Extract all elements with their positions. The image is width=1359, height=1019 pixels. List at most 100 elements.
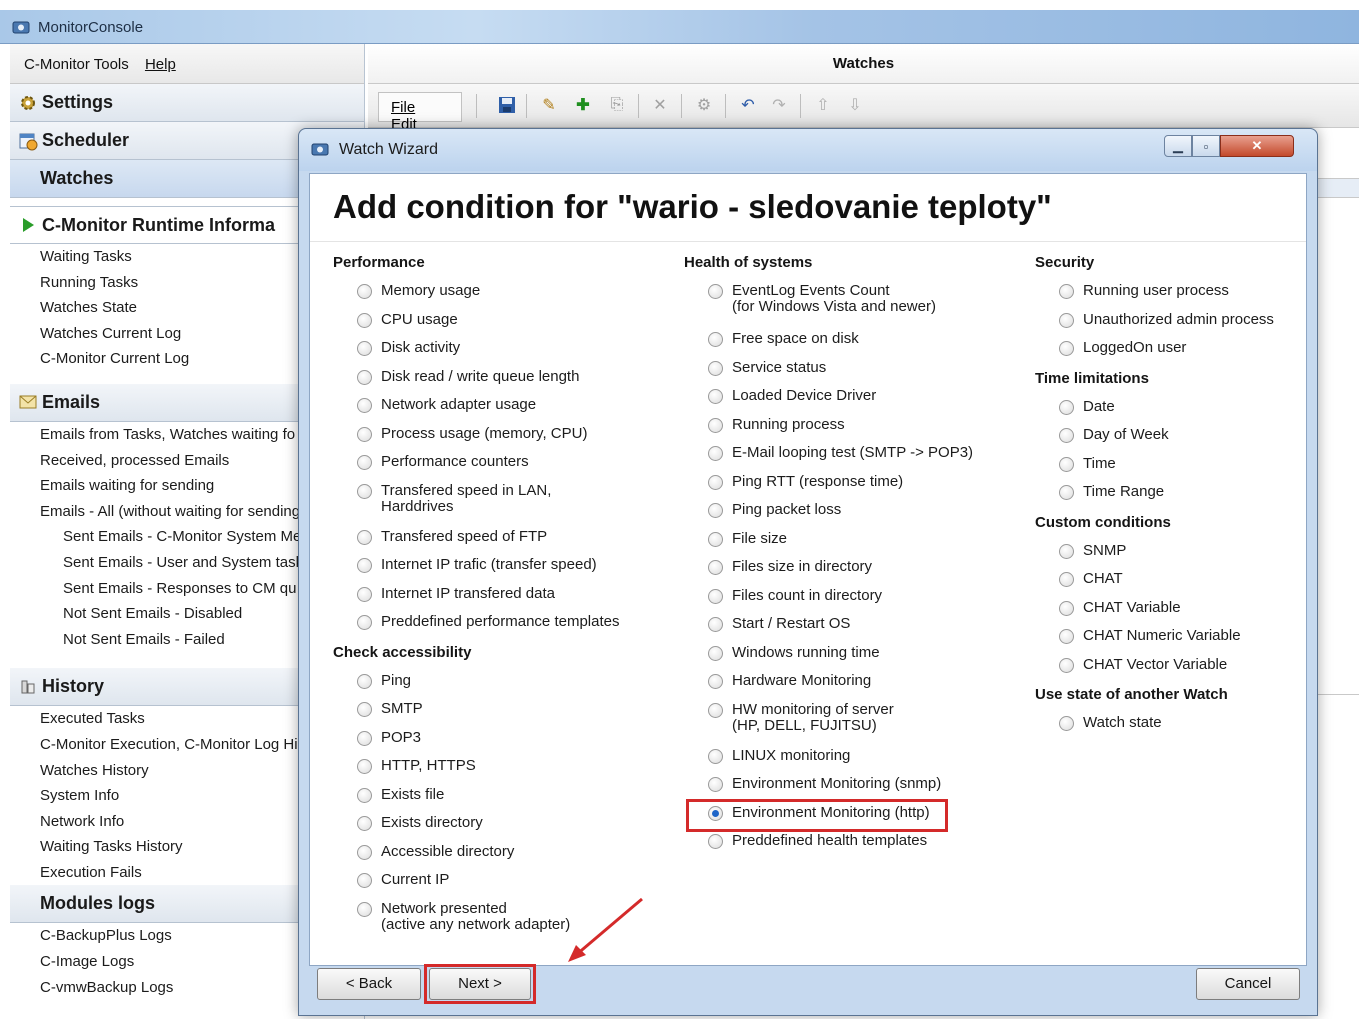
radio-button[interactable] bbox=[357, 673, 372, 689]
radio-button[interactable] bbox=[708, 360, 723, 376]
option-loggedon-user[interactable]: LoggedOn user bbox=[1059, 337, 1274, 366]
move-down-icon[interactable]: ⇩ bbox=[844, 94, 866, 116]
close-button[interactable]: ✕ bbox=[1220, 135, 1294, 157]
radio-button[interactable] bbox=[708, 417, 723, 433]
radio-button[interactable] bbox=[357, 787, 372, 803]
radio-button[interactable] bbox=[708, 560, 723, 575]
radio-button[interactable] bbox=[357, 455, 372, 470]
radio-button[interactable] bbox=[357, 398, 372, 413]
option-day-of-week[interactable]: Day of Week bbox=[1059, 424, 1274, 453]
radio-button[interactable] bbox=[1059, 399, 1074, 415]
option-ping-rtt[interactable]: Ping RTT (response time) bbox=[708, 471, 973, 500]
copy-icon[interactable]: ⎘ bbox=[606, 94, 628, 116]
radio-button[interactable] bbox=[708, 531, 723, 547]
wizard-icon[interactable]: ✎ bbox=[538, 94, 560, 116]
settings-icon[interactable]: ⚙ bbox=[693, 94, 715, 116]
option-ping[interactable]: Ping bbox=[357, 670, 619, 699]
option-running-process[interactable]: Running process bbox=[708, 414, 973, 443]
option-smtp[interactable]: SMTP bbox=[357, 698, 619, 727]
save-icon[interactable] bbox=[496, 94, 518, 116]
radio-button[interactable] bbox=[1059, 485, 1074, 500]
option-time[interactable]: Time bbox=[1059, 453, 1274, 482]
option-chat-vector-variable[interactable]: CHAT Vector Variable bbox=[1059, 654, 1274, 683]
move-up-icon[interactable]: ⇧ bbox=[812, 94, 834, 116]
radio-button[interactable] bbox=[1059, 657, 1074, 673]
radio-button[interactable] bbox=[1059, 428, 1074, 443]
menu-help[interactable]: Help bbox=[145, 56, 176, 73]
cancel-button[interactable]: Cancel bbox=[1196, 968, 1300, 1000]
radio-button[interactable] bbox=[708, 674, 723, 689]
radio-button[interactable] bbox=[357, 312, 372, 328]
option-chat[interactable]: CHAT bbox=[1059, 568, 1274, 597]
radio-button[interactable] bbox=[1059, 312, 1074, 328]
radio-button[interactable] bbox=[1059, 341, 1074, 356]
minimize-button[interactable]: ▁ bbox=[1164, 135, 1192, 157]
option-ping-packet-loss[interactable]: Ping packet loss bbox=[708, 499, 973, 528]
option-files-size-dir[interactable]: Files size in directory bbox=[708, 556, 973, 585]
radio-button[interactable] bbox=[708, 702, 723, 718]
radio-button[interactable] bbox=[708, 834, 723, 849]
option-hardware-monitoring[interactable]: Hardware Monitoring bbox=[708, 670, 973, 699]
option-file-size[interactable]: File size bbox=[708, 528, 973, 557]
radio-button[interactable] bbox=[357, 844, 372, 860]
radio-button[interactable] bbox=[708, 332, 723, 347]
option-running-user-process[interactable]: Running user process bbox=[1059, 280, 1274, 309]
radio-button[interactable] bbox=[1059, 284, 1074, 299]
option-exists-directory[interactable]: Exists directory bbox=[357, 812, 619, 841]
radio-button[interactable] bbox=[1059, 572, 1074, 587]
radio-button[interactable] bbox=[357, 615, 372, 630]
option-exists-file[interactable]: Exists file bbox=[357, 784, 619, 813]
option-unauthorized-admin[interactable]: Unauthorized admin process bbox=[1059, 309, 1274, 338]
option-internet-ip-trafic[interactable]: Internet IP trafic (transfer speed) bbox=[357, 554, 619, 583]
option-pop3[interactable]: POP3 bbox=[357, 727, 619, 756]
option-windows-running-time[interactable]: Windows running time bbox=[708, 642, 973, 671]
option-loaded-driver[interactable]: Loaded Device Driver bbox=[708, 385, 973, 414]
option-service-status[interactable]: Service status bbox=[708, 357, 973, 386]
option-linux-monitoring[interactable]: LINUX monitoring bbox=[708, 745, 973, 774]
option-snmp[interactable]: SNMP bbox=[1059, 540, 1274, 569]
radio-button[interactable] bbox=[357, 816, 372, 831]
option-transfered-speed-lan[interactable]: Transfered speed in LAN, Harddrives bbox=[357, 480, 619, 526]
option-accessible-directory[interactable]: Accessible directory bbox=[357, 841, 619, 870]
radio-button[interactable] bbox=[357, 873, 372, 888]
option-watch-state[interactable]: Watch state bbox=[1059, 712, 1274, 741]
radio-button[interactable] bbox=[357, 529, 372, 545]
radio-button[interactable] bbox=[357, 901, 372, 917]
option-date[interactable]: Date bbox=[1059, 396, 1274, 425]
option-internet-ip-data[interactable]: Internet IP transfered data bbox=[357, 583, 619, 612]
radio-button[interactable] bbox=[708, 645, 723, 661]
radio-button[interactable] bbox=[357, 702, 372, 717]
option-env-monitoring-snmp[interactable]: Environment Monitoring (snmp) bbox=[708, 773, 973, 802]
section-settings[interactable]: Settings bbox=[10, 84, 364, 122]
option-eventlog-events[interactable]: EventLog Events Count (for Windows Vista … bbox=[708, 280, 973, 328]
option-performance-templates[interactable]: Preddefined performance templates bbox=[357, 611, 619, 640]
option-free-space[interactable]: Free space on disk bbox=[708, 328, 973, 357]
option-disk-queue-length[interactable]: Disk read / write queue length bbox=[357, 366, 619, 395]
option-health-templates[interactable]: Preddefined health templates bbox=[708, 830, 973, 859]
radio-button[interactable] bbox=[357, 341, 372, 356]
radio-button[interactable] bbox=[357, 586, 372, 602]
radio-button[interactable] bbox=[357, 759, 372, 774]
back-button[interactable]: < Back bbox=[317, 968, 421, 1000]
radio-button[interactable] bbox=[1059, 456, 1074, 472]
radio-button[interactable] bbox=[708, 748, 723, 764]
redo-icon[interactable]: ↷ bbox=[768, 94, 790, 116]
radio-button[interactable] bbox=[357, 558, 372, 573]
radio-button[interactable] bbox=[357, 483, 372, 499]
option-cpu-usage[interactable]: CPU usage bbox=[357, 309, 619, 338]
radio-button[interactable] bbox=[1059, 716, 1074, 731]
radio-button[interactable] bbox=[708, 389, 723, 404]
add-icon[interactable]: ✚ bbox=[572, 94, 594, 116]
radio-button[interactable] bbox=[708, 588, 723, 604]
option-disk-activity[interactable]: Disk activity bbox=[357, 337, 619, 366]
radio-button[interactable] bbox=[357, 426, 372, 442]
radio-button[interactable] bbox=[357, 369, 372, 385]
option-process-usage[interactable]: Process usage (memory, CPU) bbox=[357, 423, 619, 452]
option-network-adapter-usage[interactable]: Network adapter usage bbox=[357, 394, 619, 423]
option-http-https[interactable]: HTTP, HTTPS bbox=[357, 755, 619, 784]
radio-button[interactable] bbox=[357, 284, 372, 299]
option-chat-variable[interactable]: CHAT Variable bbox=[1059, 597, 1274, 626]
radio-button[interactable] bbox=[708, 474, 723, 490]
option-start-restart-os[interactable]: Start / Restart OS bbox=[708, 613, 973, 642]
maximize-button[interactable]: ▫ bbox=[1192, 135, 1220, 157]
